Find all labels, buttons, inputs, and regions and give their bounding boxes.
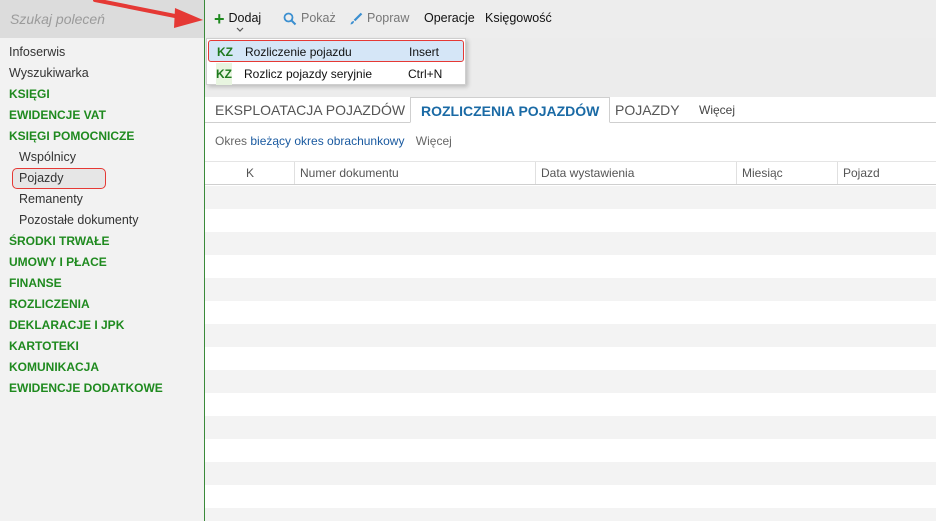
period-filter: Okres bieżący okres obrachunkowy Więcej [215,134,452,148]
menu-item-label: Rozliczenie pojazdu [245,45,352,59]
sidebar-item-pozostale-dokumenty[interactable]: Pozostałe dokumenty [0,210,204,231]
tab-pojazdy[interactable]: POJAZDY [615,97,680,123]
table-row[interactable] [205,370,936,393]
table-row[interactable] [205,485,936,508]
sidebar-item-wspolnicy[interactable]: Wspólnicy [0,147,204,168]
tab-eksploatacja-pojazdow[interactable]: EKSPLOATACJA POJAZDÓW [215,97,405,123]
table-header: K Numer dokumentu Data wystawienia Miesi… [205,161,936,185]
add-button[interactable]: + Dodaj [214,8,262,29]
table-row[interactable] [205,301,936,324]
table-row[interactable] [205,462,936,485]
column-header-pojazd[interactable]: Pojazd [837,162,880,184]
sidebar-item-wyszukiwarka[interactable]: Wyszukiwarka [0,63,204,84]
tab-more[interactable]: Więcej [699,97,735,123]
brush-icon [350,12,363,25]
kz-badge: KZ [217,45,233,59]
tab-bar: EKSPLOATACJA POJAZDÓW ROZLICZENIA POJAZD… [205,97,936,123]
filter-more-link[interactable]: Więcej [416,134,452,148]
menu-item-shortcut: Ctrl+N [408,67,443,81]
sidebar-item-ksiegi-pomocnicze[interactable]: KSIĘGI POMOCNICZE [0,126,204,147]
column-header-k[interactable]: K [241,162,254,184]
sidebar-item-label: Pojazdy [19,171,64,185]
sidebar-item-deklaracje-i-jpk[interactable]: DEKLARACJE I JPK [0,315,204,336]
table-row[interactable] [205,232,936,255]
table-row[interactable] [205,416,936,439]
period-link[interactable]: bieżący okres obrachunkowy [250,134,404,148]
sidebar-item-ewidencje-vat[interactable]: EWIDENCJE VAT [0,105,204,126]
edit-button-label: Popraw [367,11,410,25]
column-header-numer-dokumentu[interactable]: Numer dokumentu [294,162,399,184]
sidebar-item-umowy-i-place[interactable]: UMOWY I PŁACE [0,252,204,273]
edit-button[interactable]: Popraw [349,11,409,26]
sidebar-item-remanenty[interactable]: Remanenty [0,189,204,210]
table-row[interactable] [205,324,936,347]
accounting-menu[interactable]: Księgowość [485,11,552,25]
kz-badge: KZ [216,63,232,85]
table-row[interactable] [205,439,936,462]
sidebar: Szukaj poleceń Infoserwis Wyszukiwarka K… [0,0,204,521]
table-row[interactable] [205,209,936,232]
magnifier-icon [283,12,297,25]
table-row[interactable] [205,347,936,370]
sidebar-item-ewidencje-dodatkowe[interactable]: EWIDENCJE DODATKOWE [0,378,204,399]
menu-item-shortcut: Insert [409,45,440,59]
menu-item-rozliczenie-pojazdu[interactable]: KZ Rozliczenie pojazdu Insert [208,40,464,62]
search-box[interactable]: Szukaj poleceń [0,0,204,38]
sidebar-item-rozliczenia[interactable]: ROZLICZENIA [0,294,204,315]
sidebar-item-pojazdy[interactable]: Pojazdy [0,168,204,189]
table-row[interactable] [205,255,936,278]
menu-item-rozlicz-pojazdy-seryjnie[interactable]: KZ Rozlicz pojazdy seryjnie Ctrl+N [208,63,464,85]
sidebar-item-srodki-trwale[interactable]: ŚRODKI TRWAŁE [0,231,204,252]
table-row[interactable] [205,508,936,521]
tab-rozliczenia-pojazdow[interactable]: ROZLICZENIA POJAZDÓW [410,97,611,123]
add-button-label: Dodaj [228,11,262,25]
chevron-down-icon [236,27,244,32]
column-header-miesiac[interactable]: Miesiąc [736,162,783,184]
app-window: Szukaj poleceń Infoserwis Wyszukiwarka K… [0,0,936,521]
plus-icon: + [214,8,225,29]
table-body [205,186,936,521]
toolbar: + Dodaj Pokaż Popraw Operacje Księgowość [205,0,936,38]
sidebar-item-ksiegi[interactable]: KSIĘGI [0,84,204,105]
search-input[interactable]: Szukaj poleceń [10,11,105,27]
operations-menu[interactable]: Operacje [424,11,475,25]
sidebar-item-infoserwis[interactable]: Infoserwis [0,42,204,63]
sidebar-item-finanse[interactable]: FINANSE [0,273,204,294]
sidebar-item-kartoteki[interactable]: KARTOTEKI [0,336,204,357]
show-button[interactable]: Pokaż [283,11,336,26]
menu-item-label: Rozlicz pojazdy seryjnie [244,67,373,81]
sidebar-item-komunikacja[interactable]: KOMUNIKACJA [0,357,204,378]
column-header-data-wystawienia[interactable]: Data wystawienia [535,162,634,184]
table-row[interactable] [205,186,936,209]
sidebar-nav: Infoserwis Wyszukiwarka KSIĘGI EWIDENCJE… [0,42,204,399]
show-button-label: Pokaż [301,11,336,25]
period-label: Okres [215,134,248,148]
table-row[interactable] [205,393,936,416]
add-dropdown-menu: KZ Rozliczenie pojazdu Insert KZ Rozlicz… [206,38,466,85]
table-row[interactable] [205,278,936,301]
